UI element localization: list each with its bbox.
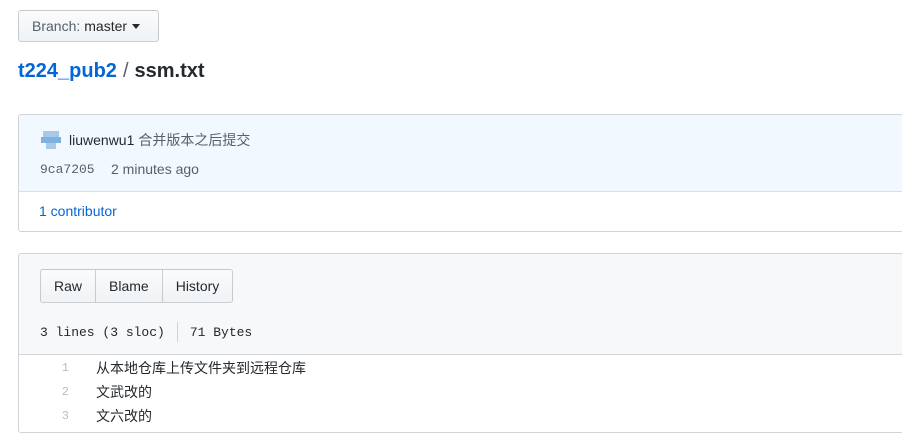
commit-sha[interactable]: 9ca7205 — [40, 162, 95, 177]
blame-button[interactable]: Blame — [95, 269, 163, 303]
author-link[interactable]: liuwenwu1 — [69, 132, 134, 148]
code-view: 1 从本地仓库上传文件夹到远程仓库 2 文武改的 3 文六改的 — [19, 355, 902, 428]
file-info: 3 lines (3 sloc) 71 Bytes — [40, 322, 252, 342]
contributors-link[interactable]: 1 contributor — [39, 203, 117, 219]
commit-time: 2 minutes ago — [111, 161, 199, 177]
branch-value: master — [84, 18, 128, 34]
raw-button[interactable]: Raw — [40, 269, 97, 303]
branch-select-button[interactable]: Branch: master — [18, 10, 159, 42]
file-actions: Raw Blame History — [40, 269, 234, 303]
file-header: Raw Blame History 3 lines (3 sloc) 71 By… — [19, 254, 902, 355]
commit-box: liuwenwu1 合并版本之后提交 9ca7205 2 minutes ago … — [18, 114, 902, 232]
info-divider — [176, 322, 178, 342]
history-button[interactable]: History — [161, 269, 234, 303]
line-number[interactable]: 3 — [19, 409, 69, 423]
breadcrumb-separator: / — [122, 60, 129, 82]
file-name: ssm.txt — [134, 60, 205, 82]
line-text: 文六改的 — [96, 408, 152, 424]
commit-message[interactable]: 合并版本之后提交 — [138, 132, 250, 148]
code-line: 3 文六改的 — [19, 404, 902, 428]
line-count: 3 lines (3 sloc) — [40, 324, 165, 340]
caret-down-icon — [132, 23, 141, 29]
breadcrumb: t224_pub2/ssm.txt — [18, 58, 205, 84]
code-line: 1 从本地仓库上传文件夹到远程仓库 — [19, 356, 902, 380]
repo-link[interactable]: t224_pub2 — [18, 60, 117, 82]
line-text: 从本地仓库上传文件夹到远程仓库 — [96, 360, 306, 376]
code-line: 2 文武改的 — [19, 380, 902, 404]
line-text: 文武改的 — [96, 384, 152, 400]
line-number[interactable]: 1 — [19, 361, 69, 375]
avatar-icon[interactable] — [40, 129, 62, 151]
commit-author-line: liuwenwu1 合并版本之后提交 — [69, 130, 250, 150]
branch-label: Branch: — [32, 18, 81, 34]
file-box: Raw Blame History 3 lines (3 sloc) 71 By… — [18, 253, 902, 433]
contributors-text: 1 contributor — [39, 203, 117, 219]
line-number[interactable]: 2 — [19, 385, 69, 399]
commit-header: liuwenwu1 合并版本之后提交 9ca7205 2 minutes ago — [19, 115, 902, 192]
file-size: 71 Bytes — [189, 324, 253, 340]
